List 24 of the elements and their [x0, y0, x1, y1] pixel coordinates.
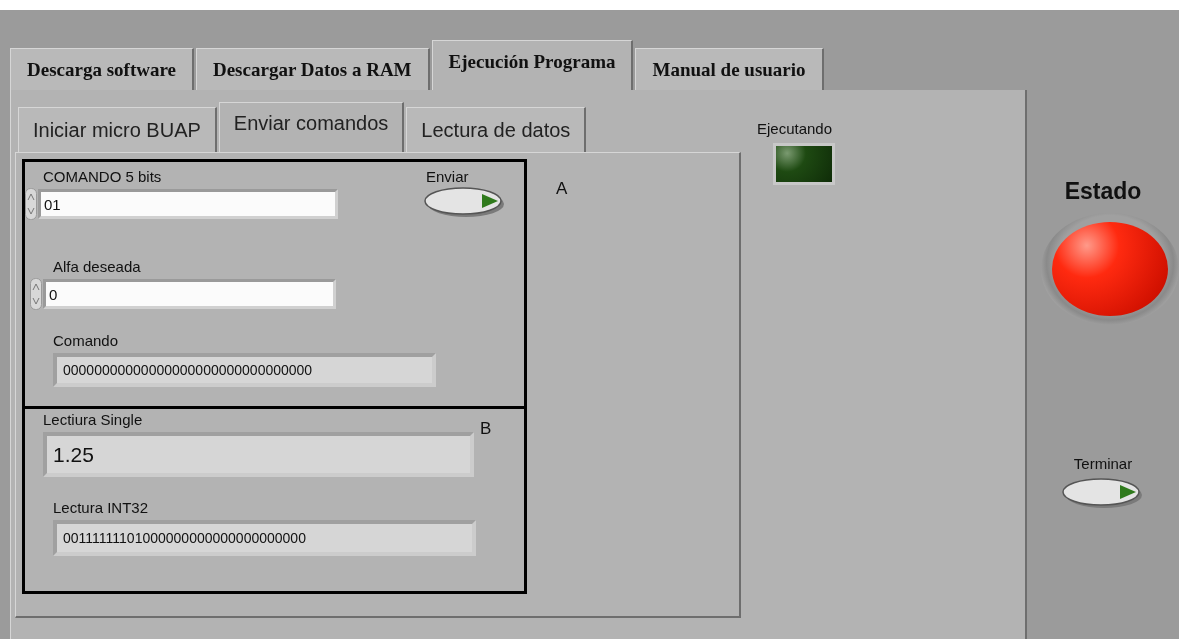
tab[interactable]: Lectura de datos: [406, 107, 587, 152]
led-label: Ejecutando: [757, 120, 834, 137]
toggle-switch[interactable]: [424, 185, 506, 219]
switch-label: Terminar: [1073, 455, 1133, 472]
tab[interactable]: Enviar comandos: [218, 102, 405, 152]
tab[interactable]: Ejecución Programa: [431, 40, 634, 90]
section-marker: A: [556, 179, 568, 200]
text-indicator: 00000000000000000000000000000000: [53, 353, 436, 387]
toggle-switch[interactable]: [1062, 476, 1144, 510]
field-label: Lectiura Single: [43, 411, 144, 428]
numeric-indicator: 1.25: [43, 432, 474, 477]
led-label: Estado: [1064, 178, 1142, 205]
field-label: Comando: [53, 332, 120, 349]
tab[interactable]: Manual de usuario: [635, 48, 824, 90]
numeric-field[interactable]: 01: [38, 189, 338, 219]
field-label: Alfa deseada: [53, 258, 142, 275]
tab[interactable]: Descargar Datos a RAM: [195, 48, 430, 90]
field-label: Lectura INT32: [53, 499, 150, 516]
numeric-field[interactable]: 0: [43, 279, 336, 309]
switch-label: Enviar: [426, 168, 470, 185]
tab[interactable]: Iniciar micro BUAP: [18, 107, 217, 152]
text-indicator: 00111111101000000000000000000000: [53, 520, 476, 556]
section-marker: B: [480, 419, 493, 439]
tab[interactable]: Descarga software: [10, 48, 194, 90]
